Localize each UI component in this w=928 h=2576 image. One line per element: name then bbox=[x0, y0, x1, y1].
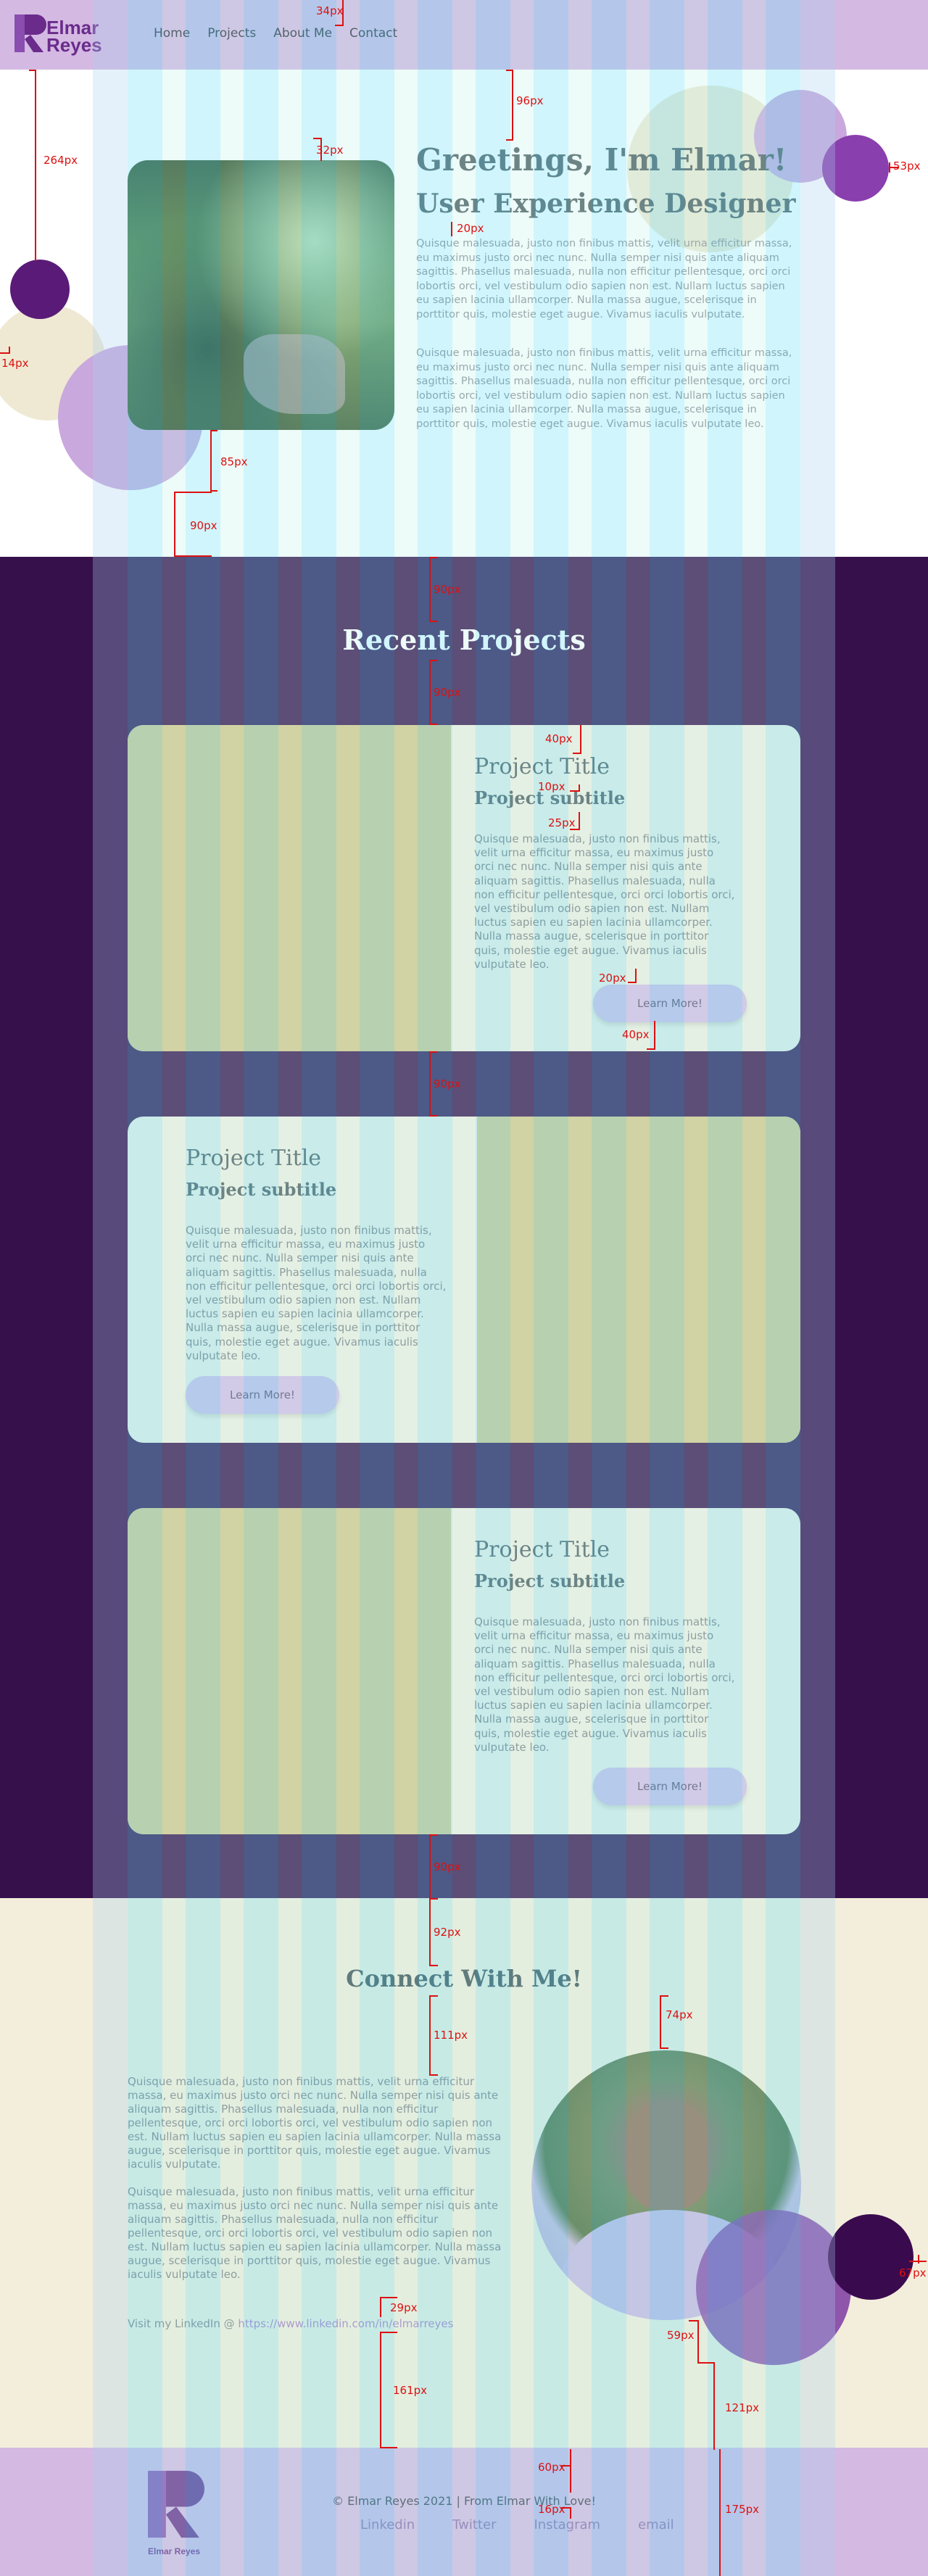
social-twitter[interactable]: Twitter bbox=[452, 2517, 496, 2532]
redline-label-8: 85px bbox=[220, 455, 248, 468]
site-header: Elmar Reyes Home Projects About Me Conta… bbox=[0, 0, 928, 70]
redline-label-4: 32px bbox=[316, 144, 344, 157]
project-body-1: Quisque malesuada, justo non finibus mat… bbox=[474, 832, 735, 971]
redline-label-21: 74px bbox=[666, 2008, 693, 2021]
hero-subtitle: User Experience Designer bbox=[416, 189, 796, 219]
projects-section: Recent Projects Project Title Project su… bbox=[0, 557, 928, 1898]
project-title-2: Project Title bbox=[186, 1146, 322, 1171]
project-title-1: Project Title bbox=[474, 754, 610, 779]
redline-label-11: 90px bbox=[434, 686, 461, 699]
learn-more-button-1[interactable]: Learn More! bbox=[593, 985, 747, 1022]
linkedin-prefix: Visit my LinkedIn @ bbox=[128, 2317, 239, 2330]
connect-title: Connect With Me! bbox=[346, 1965, 582, 1992]
redline-label-12: 40px bbox=[545, 732, 573, 745]
site-footer: Elmar Reyes © Elmar Reyes 2021 | From El… bbox=[0, 2448, 928, 2576]
redline-label-17: 90px bbox=[434, 1077, 461, 1090]
hero-greeting: Greetings, I'm Elmar! bbox=[416, 142, 787, 178]
redline-label-3: 264px bbox=[44, 154, 78, 167]
project-image-2 bbox=[477, 1117, 800, 1443]
deco-circle-avatar-dark bbox=[828, 2214, 914, 2300]
linkedin-link[interactable]: https://www.linkedin.com/in/elmarreyes bbox=[238, 2317, 453, 2330]
hero-photo bbox=[128, 160, 394, 430]
linkedin-line: Visit my LinkedIn @ https://www.linkedin… bbox=[128, 2317, 453, 2330]
redline-label-29: 67px bbox=[899, 2266, 927, 2279]
social-instagram[interactable]: Instagram bbox=[534, 2517, 600, 2532]
deco-circle-dark-left bbox=[10, 260, 70, 319]
project-title-3: Project Title bbox=[474, 1537, 610, 1562]
redline-label-9: 90px bbox=[190, 519, 218, 532]
main-nav: Home Projects About Me Contact bbox=[154, 26, 397, 41]
project-body-2: Quisque malesuada, justo non finibus mat… bbox=[186, 1224, 447, 1362]
connect-paragraph-2: Quisque malesuada, justo non finibus mat… bbox=[128, 2185, 502, 2281]
footer-logo-text: Elmar Reyes bbox=[148, 2546, 201, 2556]
redline-label-23: 161px bbox=[393, 2384, 428, 2397]
social-linkedin[interactable]: Linkedin bbox=[360, 2517, 415, 2532]
copyright-text: © Elmar Reyes 2021 | From Elmar With Lov… bbox=[332, 2494, 596, 2508]
redline-label-14: 25px bbox=[548, 816, 576, 829]
project-card-3: Project Title Project subtitle Quisque m… bbox=[128, 1508, 800, 1834]
connect-paragraph-1: Quisque malesuada, justo non finibus mat… bbox=[128, 2075, 502, 2171]
nav-projects[interactable]: Projects bbox=[207, 26, 256, 41]
redline-label-27: 16px bbox=[538, 2503, 566, 2516]
logo-icon[interactable] bbox=[14, 15, 46, 52]
logo-wordmark[interactable]: Elmar Reyes bbox=[46, 18, 102, 56]
project-subtitle-2: Project subtitle bbox=[186, 1179, 337, 1200]
deco-circle-avatar-purple bbox=[696, 2210, 851, 2365]
nav-contact[interactable]: Contact bbox=[349, 26, 397, 41]
redline-label-5: 20px bbox=[457, 222, 484, 235]
project-subtitle-3: Project subtitle bbox=[474, 1570, 626, 1591]
redline-label-18: 90px bbox=[434, 1860, 461, 1873]
redline-label-26: 60px bbox=[538, 2461, 566, 2474]
redline-label-28: 175px bbox=[725, 2503, 760, 2516]
nav-home[interactable]: Home bbox=[154, 26, 190, 41]
hero-paragraph-2: Quisque malesuada, justo non finibus mat… bbox=[416, 347, 792, 430]
redline-label-13: 10px bbox=[538, 780, 566, 793]
redline-label-16: 40px bbox=[622, 1028, 650, 1041]
learn-more-button-3[interactable]: Learn More! bbox=[593, 1768, 747, 1805]
project-image-3 bbox=[128, 1508, 451, 1834]
social-email[interactable]: email bbox=[638, 2517, 674, 2532]
redline-label-6: 53px bbox=[893, 160, 921, 173]
redline-label-24: 59px bbox=[667, 2329, 695, 2342]
project-card-1: Project Title Project subtitle Quisque m… bbox=[128, 725, 800, 1051]
learn-more-button-2[interactable]: Learn More! bbox=[186, 1376, 339, 1414]
hero-paragraph-1: Quisque malesuada, justo non finibus mat… bbox=[416, 238, 792, 320]
redline-label-10: 90px bbox=[434, 583, 461, 596]
projects-title: Recent Projects bbox=[342, 624, 586, 656]
redline-label-15: 20px bbox=[599, 972, 626, 985]
redline-label-20: 111px bbox=[434, 2029, 468, 2042]
redline-label-1: 34px bbox=[316, 4, 344, 17]
deco-circle-purple bbox=[822, 135, 889, 202]
social-links: Linkedin Twitter Instagram email bbox=[360, 2517, 674, 2532]
portfolio-page: Elmar Reyes Home Projects About Me Conta… bbox=[0, 0, 928, 2576]
redline-label-22: 29px bbox=[390, 2301, 418, 2314]
redline-label-7: 14px bbox=[1, 357, 29, 370]
nav-about-me[interactable]: About Me bbox=[273, 26, 332, 41]
redline-label-19: 92px bbox=[434, 1926, 461, 1939]
project-body-3: Quisque malesuada, justo non finibus mat… bbox=[474, 1615, 735, 1754]
redline-label-25: 121px bbox=[725, 2401, 760, 2414]
redline-label-2: 96px bbox=[516, 94, 544, 107]
logo-last-name: Reyes bbox=[46, 34, 102, 56]
project-card-2: Project Title Project subtitle Quisque m… bbox=[128, 1117, 800, 1443]
project-image-1 bbox=[128, 725, 451, 1051]
